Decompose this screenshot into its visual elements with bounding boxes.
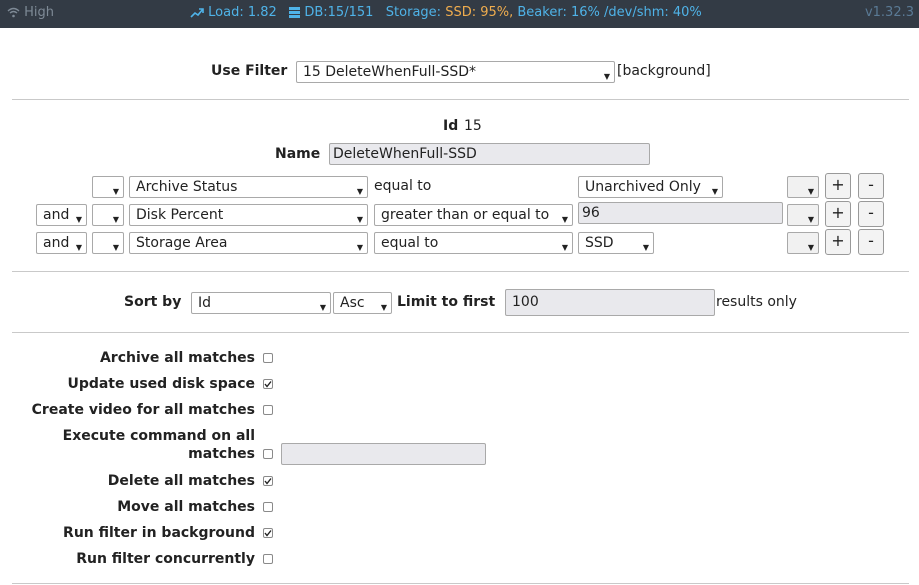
- term-3-add-button[interactable]: +: [825, 229, 851, 255]
- database-icon: [289, 7, 301, 18]
- delete-all-checkbox[interactable]: [263, 476, 273, 486]
- execute-command-label-line2: matches: [188, 446, 255, 462]
- divider: [12, 583, 909, 584]
- divider: [12, 271, 909, 272]
- results-only-label: results only: [716, 294, 797, 310]
- divider: [12, 332, 909, 333]
- archive-all-label: Archive all matches: [99, 350, 255, 366]
- term-2-attribute-select[interactable]: Disk Percent: [129, 204, 368, 226]
- db-stat: DB:15/151: [304, 5, 374, 20]
- ssd-stat: SSD: 95%,: [445, 5, 514, 20]
- term-1-remove-button[interactable]: -: [858, 173, 884, 199]
- term-1-paren-open-select[interactable]: [92, 176, 124, 198]
- run-background-checkbox[interactable]: [263, 528, 273, 538]
- signal-label: High: [24, 5, 55, 20]
- term-3-attribute-select[interactable]: Storage Area: [129, 232, 368, 254]
- create-video-checkbox[interactable]: [263, 405, 273, 415]
- wifi-icon: [7, 7, 20, 18]
- term-1-operator: equal to: [374, 178, 432, 194]
- execute-command-label: Execute command on all: [62, 428, 255, 444]
- signal-status: High: [7, 5, 54, 20]
- term-3-conjunction-select[interactable]: and: [36, 232, 87, 254]
- update-disk-space-label: Update used disk space: [67, 376, 255, 392]
- name-input[interactable]: DeleteWhenFull-SSD: [329, 143, 650, 165]
- shm-stat: /dev/shm: 40%: [604, 5, 702, 20]
- update-disk-space-checkbox[interactable]: [263, 379, 273, 389]
- use-filter-label: Use Filter: [211, 63, 288, 79]
- delete-all-label: Delete all matches: [107, 473, 255, 489]
- beaker-stat: Beaker: 16%: [517, 5, 600, 20]
- system-stats: Load: 1.82 DB:15/151 Storage: SSD: 95%, …: [190, 5, 702, 20]
- term-2-add-button[interactable]: +: [825, 201, 851, 227]
- term-2-value-input[interactable]: 96: [578, 202, 783, 224]
- move-all-checkbox[interactable]: [263, 502, 273, 512]
- version-label: v1.32.3: [864, 5, 914, 20]
- create-video-label: Create video for all matches: [31, 402, 255, 418]
- run-background-label: Run filter in background: [63, 525, 255, 541]
- term-1-paren-close-select[interactable]: [787, 176, 819, 198]
- term-3-paren-close-select[interactable]: [787, 232, 819, 254]
- term-2-operator-select[interactable]: greater than or equal to: [374, 204, 573, 226]
- term-2-remove-button[interactable]: -: [858, 201, 884, 227]
- sort-by-label: Sort by: [124, 294, 182, 310]
- divider: [12, 99, 909, 100]
- term-1-add-button[interactable]: +: [825, 173, 851, 199]
- move-all-label: Move all matches: [117, 499, 255, 515]
- execute-command-input[interactable]: [281, 443, 486, 465]
- execute-command-checkbox[interactable]: [263, 449, 273, 459]
- sort-field-select[interactable]: Id: [191, 292, 331, 314]
- term-2-conjunction-select[interactable]: and: [36, 204, 87, 226]
- id-label: Id: [443, 118, 459, 134]
- limit-input[interactable]: 100: [505, 289, 715, 316]
- name-label: Name: [275, 146, 321, 162]
- run-concurrently-label: Run filter concurrently: [76, 551, 255, 567]
- term-2-paren-open-select[interactable]: [92, 204, 124, 226]
- term-3-value-select[interactable]: SSD: [578, 232, 654, 254]
- status-bar: High Load: 1.82 DB:15/151 Storage: SSD: …: [0, 0, 919, 28]
- sort-direction-select[interactable]: Asc: [333, 292, 392, 314]
- load-stat: Load: 1.82: [208, 5, 277, 20]
- limit-label: Limit to first: [397, 294, 496, 310]
- run-concurrently-checkbox[interactable]: [263, 554, 273, 564]
- archive-all-checkbox[interactable]: [263, 353, 273, 363]
- filter-select[interactable]: 15 DeleteWhenFull-SSD*: [296, 61, 615, 83]
- term-1-value-select[interactable]: Unarchived Only: [578, 176, 723, 198]
- id-value: 15: [464, 118, 482, 134]
- term-3-paren-open-select[interactable]: [92, 232, 124, 254]
- term-3-operator-select[interactable]: equal to: [374, 232, 573, 254]
- term-2-paren-close-select[interactable]: [787, 204, 819, 226]
- trend-up-icon: [190, 8, 204, 18]
- storage-label: Storage:: [385, 5, 442, 20]
- term-1-attribute-select[interactable]: Archive Status: [129, 176, 368, 198]
- background-tag: [background]: [617, 63, 711, 79]
- term-3-remove-button[interactable]: -: [858, 229, 884, 255]
